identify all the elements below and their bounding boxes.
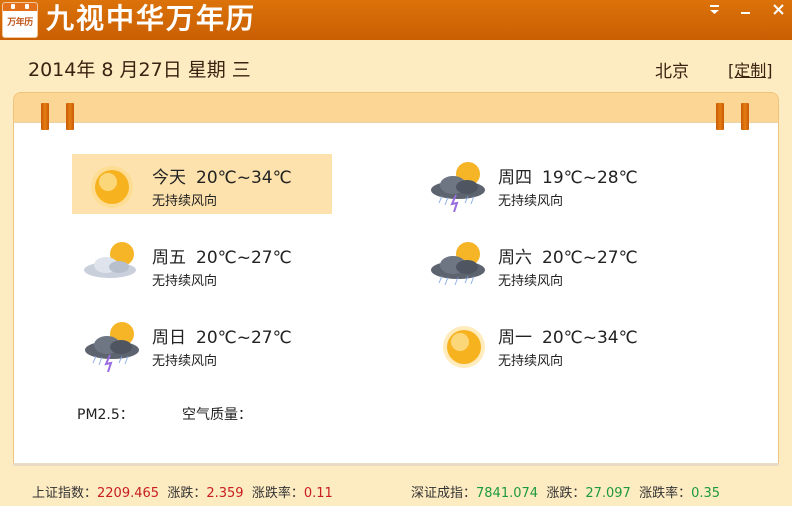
forecast-line: 周五 20℃~27℃	[152, 243, 292, 268]
forecast-wind: 无持续风向	[498, 274, 564, 289]
forecast-wind: 无持续风向	[498, 354, 564, 369]
forecast-day-fri[interactable]: 周五 20℃~27℃ 无持续风向	[72, 234, 332, 294]
forecast-line: 今天 20℃~34℃	[152, 163, 292, 188]
forecast-line: 周一 20℃~34℃	[498, 323, 638, 348]
forecast-day-sun[interactable]: 周日 20℃~27℃ 无持续风向	[72, 314, 332, 374]
forecast-wind: 无持续风向	[152, 274, 218, 289]
binder-peg-right-1	[716, 103, 724, 130]
menu-dropdown-icon	[710, 5, 719, 14]
forecast-line: 周六 20℃~27℃	[498, 243, 638, 268]
air-quality-label: 空气质量：	[182, 407, 252, 423]
shanghai-name-label: 上证指数：	[32, 486, 98, 501]
forecast-line: 周四 19℃~28℃	[498, 163, 638, 188]
shenzhen-change-value: 27.097	[585, 486, 631, 501]
forecast-day-mon[interactable]: 周一 20℃~34℃ 无持续风向	[418, 314, 678, 374]
shenzhen-rate-value: 0.35	[691, 486, 721, 501]
customize-label: [定制]	[728, 61, 773, 80]
shenzhen-change-label: 涨跌：	[546, 486, 586, 501]
close-icon	[773, 4, 784, 15]
shanghai-change-value: 2.359	[206, 486, 244, 501]
thunderstorm-icon	[424, 156, 488, 212]
shanghai-change-label: 涨跌：	[167, 486, 207, 501]
shenzhen-index: 深证成指：7841.074 涨跌：27.097 涨跌率：0.35	[411, 482, 720, 501]
stock-ticker-bar: 上证指数：2209.465 涨跌：2.359 涨跌率：0.11 深证成指：784…	[0, 466, 792, 506]
logo-text: 万年历	[7, 18, 33, 28]
app-title: 九视中华万年历	[46, 2, 257, 35]
logo-ring-left	[11, 4, 15, 9]
shanghai-index: 上证指数：2209.465 涨跌：2.359 涨跌率：0.11	[32, 482, 333, 501]
forecast-temperature: 20℃~27℃	[196, 328, 292, 348]
forecast-day-label: 今天	[152, 168, 186, 188]
city-name[interactable]: 北京	[655, 57, 689, 82]
sunny-icon	[78, 156, 142, 212]
forecast-day-label: 周五	[152, 248, 186, 268]
logo-ring-right	[25, 4, 29, 9]
forecast-day-label: 周六	[498, 248, 532, 268]
title-bar: 万年历 九视中华万年历	[0, 0, 792, 40]
menu-dropdown-button[interactable]	[704, 2, 726, 18]
forecast-temperature: 20℃~27℃	[196, 248, 292, 268]
forecast-wind: 无持续风向	[152, 194, 218, 209]
binder-peg-right-2	[741, 103, 749, 130]
minimize-icon	[741, 12, 750, 14]
forecast-temperature: 20℃~34℃	[542, 328, 638, 348]
forecast-day-label: 周四	[498, 168, 532, 188]
shanghai-rate-value: 0.11	[303, 486, 333, 501]
forecast-line: 周日 20℃~27℃	[152, 323, 292, 348]
forecast-wind: 无持续风向	[498, 194, 564, 209]
shanghai-rate-label: 涨跌率：	[251, 486, 304, 501]
customize-link[interactable]: [定制]	[728, 57, 773, 81]
shanghai-index-value: 2209.465	[97, 486, 160, 501]
forecast-day-label: 周一	[498, 328, 532, 348]
forecast-temperature: 20℃~27℃	[542, 248, 638, 268]
shenzhen-rate-label: 涨跌率：	[639, 486, 692, 501]
thunderstorm-icon	[78, 316, 142, 372]
binder-peg-left-2	[66, 103, 74, 130]
forecast-wind: 无持续风向	[152, 354, 218, 369]
minimize-button[interactable]	[735, 2, 757, 18]
current-date: 2014年 8 月27日 星期 三	[28, 55, 251, 82]
binder-peg-left-1	[41, 103, 49, 130]
shenzhen-index-value: 7841.074	[476, 486, 539, 501]
forecast-temperature: 20℃~34℃	[196, 168, 292, 188]
forecast-day-today[interactable]: 今天 20℃~34℃ 无持续风向	[72, 154, 332, 214]
forecast-day-thu[interactable]: 周四 19℃~28℃ 无持续风向	[418, 154, 678, 214]
weekday-value: 星期 三	[187, 59, 251, 81]
thunderstorm-icon	[424, 236, 488, 292]
forecast-day-label: 周日	[152, 328, 186, 348]
sunny-icon	[424, 316, 488, 372]
date-value: 2014年 8 月27日	[28, 59, 182, 81]
shenzhen-name-label: 深证成指：	[411, 486, 477, 501]
close-button[interactable]	[768, 2, 790, 18]
forecast-day-sat[interactable]: 周六 20℃~27℃ 无持续风向	[418, 234, 678, 294]
forecast-temperature: 19℃~28℃	[542, 168, 638, 188]
pm25-label: PM2.5：	[77, 407, 134, 423]
calendar-logo-icon: 万年历	[2, 2, 38, 38]
logo-band	[3, 3, 37, 11]
partly-cloudy-icon	[78, 236, 142, 292]
